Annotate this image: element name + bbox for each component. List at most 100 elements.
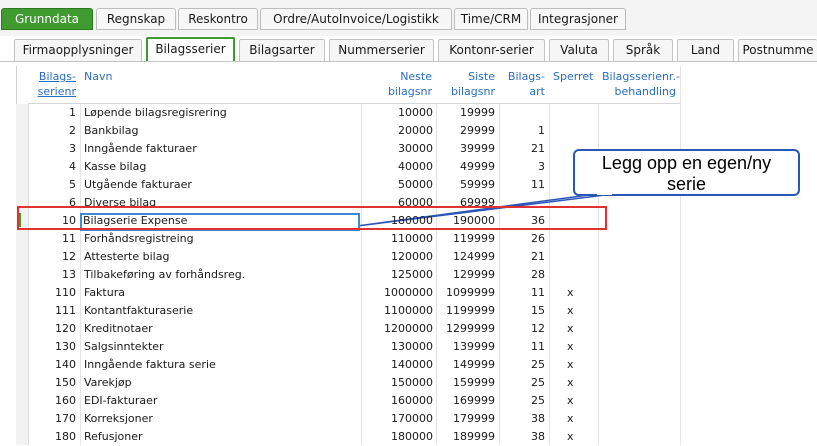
cell-serienr: 170 [55,412,76,425]
table-row[interactable]: 5 Utgående fakturaer 50000 59999 11 [16,176,680,194]
cell-siste-bilagsnr: 159999 [453,376,495,389]
table-row[interactable]: 4 Kasse bilag 40000 49999 3 [16,158,680,176]
cell-navn: Kontantfakturaserie [84,304,194,317]
cell-neste-bilagsnr: 120000 [391,250,433,263]
cell-serienr: 180 [55,430,76,443]
cell-neste-bilagsnr: 150000 [391,376,433,389]
cell-bilagsart: 28 [531,268,545,281]
cell-siste-bilagsnr: 19999 [460,106,495,119]
cell-neste-bilagsnr: 130000 [391,340,433,353]
cell-bilagsart: 11 [531,340,545,353]
cell-sperret: x [567,286,574,299]
cell-sperret: x [567,376,574,389]
cell-navn: Attesterte bilag [84,250,170,263]
cell-sperret [567,158,579,176]
table-row[interactable]: 170 Korreksjoner 170000 179999 38 x [16,410,680,428]
cell-serienr: 130 [55,340,76,353]
cell-neste-bilagsnr: 40000 [398,160,433,173]
table-row[interactable]: 120 Kreditnotaer 1200000 1299999 12 x [16,320,680,338]
cell-sperret: x [567,358,574,371]
table-row[interactable]: 11 Forhåndsregistreing 110000 119999 26 [16,230,680,248]
cell-siste-bilagsnr: 49999 [460,160,495,173]
cell-neste-bilagsnr: 180000 [391,430,433,443]
cell-bilagsart: 26 [531,232,545,245]
cell-serienr: 160 [55,394,76,407]
cell-navn: Inngående faktura serie [84,358,216,371]
cell-navn: Kasse bilag [84,160,147,173]
table-row[interactable]: 12 Attesterte bilag 120000 124999 21 [16,248,680,266]
cell-navn: Utgående fakturaer [84,178,192,191]
cell-serienr: 1 [69,106,76,119]
cell-bilagsart: 21 [531,142,545,155]
cell-navn: Kreditnotaer [84,322,153,335]
cell-sperret: x [567,322,574,335]
cell-serienr: 110 [55,286,76,299]
cell-serienr: 120 [55,322,76,335]
cell-neste-bilagsnr: 10000 [398,106,433,119]
cell-bilagsart: 25 [531,376,545,389]
cell-navn: Tilbakeføring av forhåndsreg. [84,268,246,281]
cell-neste-bilagsnr: 125000 [391,268,433,281]
table-row[interactable]: 2 Bankbilag 20000 29999 1 [16,122,680,140]
cell-sperret: x [567,412,574,425]
table-row[interactable]: 110 Faktura 1000000 1099999 11 x [16,284,680,302]
cell-siste-bilagsnr: 1199999 [446,304,495,317]
cell-siste-bilagsnr: 39999 [460,142,495,155]
cell-navn: EDI-fakturaer [84,394,158,407]
cell-neste-bilagsnr: 1200000 [384,322,433,335]
cell-serienr: 4 [69,160,76,173]
cell-navn: Faktura [84,286,125,299]
cell-navn: Refusjoner [84,430,143,443]
cell-bilagsart: 1 [538,124,545,137]
cell-neste-bilagsnr: 30000 [398,142,433,155]
cell-navn: Inngående fakturaer [84,142,197,155]
cell-neste-bilagsnr: 1100000 [384,304,433,317]
cell-serienr: 150 [55,376,76,389]
cell-bilagsart: 11 [531,178,545,191]
cell-neste-bilagsnr: 110000 [391,232,433,245]
cell-bilagsart: 25 [531,358,545,371]
table-row[interactable]: 140 Inngående faktura serie 140000 149999 25… [16,356,680,374]
cell-bilagsart: 15 [531,304,545,317]
cell-navn: Korreksjoner [84,412,153,425]
cell-sperret [567,122,579,140]
cell-sperret [567,104,579,122]
table-row[interactable]: 180 Refusjoner 180000 189999 38 x [16,428,680,446]
cell-siste-bilagsnr: 169999 [453,394,495,407]
cell-siste-bilagsnr: 129999 [453,268,495,281]
table-row[interactable]: 13 Tilbakeføring av forhåndsreg. 125000 129… [16,266,680,284]
cell-sperret [567,176,579,194]
cell-siste-bilagsnr: 1299999 [446,322,495,335]
cell-siste-bilagsnr: 29999 [460,124,495,137]
table-row[interactable]: 130 Salgsinntekter 130000 139999 11 x [16,338,680,356]
cell-serienr: 5 [69,178,76,191]
cell-bilagsart: 38 [531,430,545,443]
table-row[interactable]: 160 EDI-fakturaer 160000 169999 25 x [16,392,680,410]
cell-bilagsart: 38 [531,412,545,425]
cell-siste-bilagsnr: 1099999 [446,286,495,299]
cell-serienr: 11 [62,232,76,245]
cell-sperret: x [567,340,574,353]
table-row[interactable]: 150 Varekjøp 150000 159999 25 x [16,374,680,392]
cell-bilagsart: 3 [538,160,545,173]
cell-navn: Varekjøp [84,376,132,389]
cell-siste-bilagsnr: 119999 [453,232,495,245]
cell-serienr: 3 [69,142,76,155]
cell-neste-bilagsnr: 140000 [391,358,433,371]
cell-siste-bilagsnr: 124999 [453,250,495,263]
cell-serienr: 12 [62,250,76,263]
cell-bilagsart: 11 [531,286,545,299]
cell-serienr: 140 [55,358,76,371]
cell-sperret [567,230,579,248]
cell-neste-bilagsnr: 1000000 [384,286,433,299]
table-row[interactable]: 1 Løpende bilagsregisrering 10000 19999 [16,104,680,122]
cell-neste-bilagsnr: 170000 [391,412,433,425]
cell-sperret [567,248,579,266]
cell-bilagsart: 25 [531,394,545,407]
table-row[interactable]: 111 Kontantfakturaserie 1100000 1199999 15 x [16,302,680,320]
cell-navn: Løpende bilagsregisrering [84,106,227,119]
cell-sperret [567,266,579,284]
table-row[interactable]: 3 Inngående fakturaer 30000 39999 21 [16,140,680,158]
cell-sperret: x [567,430,574,443]
cell-siste-bilagsnr: 179999 [453,412,495,425]
